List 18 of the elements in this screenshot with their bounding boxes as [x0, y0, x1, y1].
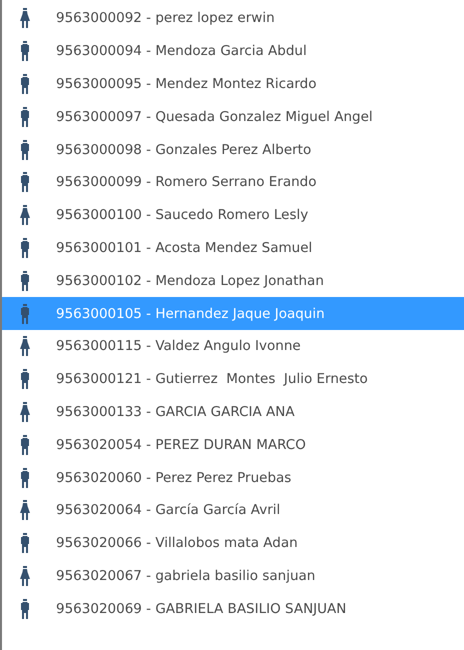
list-item[interactable]: 9563000095 - Mendez Montez Ricardo [2, 68, 464, 100]
list-item[interactable]: 9563020069 - GABRIELA BASILIO SANJUAN [2, 592, 464, 626]
list-item[interactable]: 9563000102 - Mendoza Lopez Jonathan [2, 264, 464, 298]
list-item[interactable]: 9563020064 - García García Avril [2, 494, 464, 527]
list-item[interactable]: 9563000098 - Gonzales Perez Alberto [2, 133, 464, 166]
list-item[interactable]: 9563000133 - GARCIA GARCIA ANA [2, 396, 464, 428]
list-item[interactable]: 9563020060 - Perez Perez Pruebas [2, 461, 464, 494]
list-item[interactable]: 9563000097 - Quesada Gonzalez Miguel Angel [2, 100, 464, 134]
list-item[interactable]: 9563000094 - Mendoza Garcia Abdul [2, 34, 464, 68]
list-item[interactable]: 9563020067 - gabriela basilio sanjuan [2, 560, 464, 592]
list-item[interactable]: 9563000115 - Valdez Angulo Ivonne [2, 330, 464, 363]
list-item[interactable]: 9563020054 - PEREZ DURAN MARCO [2, 428, 464, 462]
list-item[interactable]: 9563000121 - Gutierrez Montes Julio Ernesto [2, 362, 464, 396]
list-item[interactable]: 9563000101 - Acosta Mendez Samuel [2, 232, 464, 264]
list-item[interactable]: 9563000092 - perez lopez erwin [2, 2, 464, 35]
list-item[interactable]: 9563000099 - Romero Serrano Erando [2, 166, 464, 199]
list-item[interactable]: 9563020066 - Villalobos mata Adan [2, 526, 464, 560]
list-item[interactable]: 9563000100 - Saucedo Romero Lesly [2, 198, 464, 232]
